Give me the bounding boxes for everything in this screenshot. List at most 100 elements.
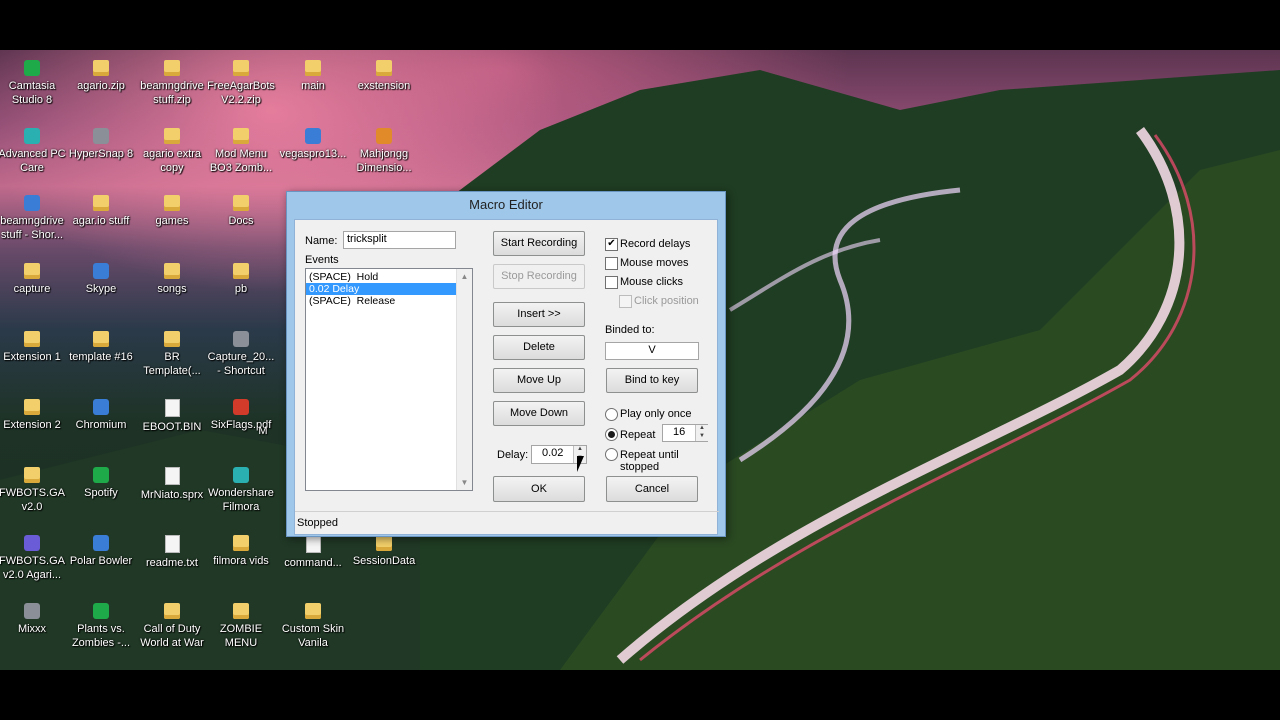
desktop-icon[interactable]: agar.io stuff [65, 195, 137, 228]
delay-label: Delay: [497, 449, 529, 461]
desktop-icon[interactable]: Spotify [65, 467, 137, 500]
desktop-icon-label: readme.txt [146, 557, 198, 569]
desktop-icon-label: Docs [228, 215, 254, 227]
insert-button[interactable]: Insert >> [493, 302, 585, 327]
desktop-icon[interactable]: Custom Skin Vanila [277, 603, 349, 650]
folder-icon [164, 603, 180, 619]
events-list[interactable]: (SPACE) Hold 0.02 Delay (SPACE) Release … [305, 268, 473, 491]
list-item[interactable]: 0.02 Delay [306, 283, 472, 295]
desktop-icon[interactable]: Capture_20... - Shortcut [205, 331, 277, 378]
desktop-icon[interactable]: command... [277, 535, 349, 570]
desktop-icon-label: main [301, 80, 325, 92]
desktop-icon[interactable]: beamngdrive stuff - Shor... [0, 195, 68, 242]
start-recording-button[interactable]: Start Recording [493, 231, 585, 256]
events-scrollbar[interactable]: ▲ ▼ [456, 269, 472, 490]
mouse-clicks-checkbox[interactable] [605, 276, 618, 289]
record-delays-checkbox[interactable]: ✔ [605, 238, 618, 251]
desktop-icon-label: Custom Skin Vanila [281, 623, 345, 649]
text-file-icon [164, 535, 180, 553]
desktop-icon[interactable]: Mixxx [0, 603, 68, 636]
desktop-icon[interactable]: Wondershare Filmora [205, 467, 277, 514]
desktop-icon[interactable]: HyperSnap 8 [65, 128, 137, 161]
spin-up-icon[interactable]: ▲ [696, 425, 708, 433]
desktop-icon[interactable]: Mod Menu BO3 Zomb... [205, 128, 277, 175]
desktop-icon-label: Plants vs. Zombies -... [71, 623, 131, 649]
desktop-icon[interactable]: Plants vs. Zombies -... [65, 603, 137, 650]
desktop-icon[interactable]: Mahjongg Dimensio... [348, 128, 420, 175]
desktop-icon-label: Camtasia Studio 8 [8, 80, 56, 106]
desktop-icon[interactable]: exstension [348, 60, 420, 93]
desktop-icon[interactable]: readme.txt [136, 535, 208, 570]
desktop-icon[interactable]: Chromium [65, 399, 137, 432]
desktop-icon[interactable]: Camtasia Studio 8 [0, 60, 68, 107]
click-position-checkbox[interactable] [619, 295, 632, 308]
filmora-icon [233, 467, 249, 483]
partial-desktop-icon-label: M [258, 425, 268, 437]
scroll-down-icon[interactable]: ▼ [457, 475, 472, 490]
bottom-letterbox [0, 670, 1280, 720]
skype-icon [93, 263, 109, 279]
desktop-icon[interactable]: Skype [65, 263, 137, 296]
move-down-button[interactable]: Move Down [493, 401, 585, 426]
desktop-icon[interactable]: vegaspro13... [277, 128, 349, 161]
ok-button[interactable]: OK [493, 476, 585, 502]
desktop-icon[interactable]: Polar Bowler [65, 535, 137, 568]
desktop-icon[interactable]: FreeAgarBots V2.2.zip [205, 60, 277, 107]
desktop-icon[interactable]: Advanced PC Care [0, 128, 68, 175]
desktop-icon-label: BR Template(... [143, 351, 201, 377]
desktop-icon[interactable]: SessionData [348, 535, 420, 568]
mouse-moves-label: Mouse moves [620, 257, 689, 269]
desktop-icon-label: exstension [357, 80, 411, 92]
desktop-icon[interactable]: FWBOTS.GA v2.0 [0, 467, 68, 514]
repeat-until-stopped-radio[interactable] [605, 448, 618, 461]
desktop-icon[interactable]: main [277, 60, 349, 93]
play-once-radio[interactable] [605, 408, 618, 421]
folder-icon [305, 60, 321, 76]
file-icon [305, 535, 321, 553]
bind-to-key-button[interactable]: Bind to key [606, 368, 698, 393]
desktop-icon[interactable]: Call of Duty World at War [136, 603, 208, 650]
folder-icon [376, 60, 392, 76]
desktop-icon[interactable]: Extension 2 [0, 399, 68, 432]
desktop-icon-label: template #16 [69, 351, 133, 363]
desktop-icon[interactable]: EBOOT.BIN [136, 399, 208, 434]
desktop-icon-label: songs [157, 283, 187, 295]
list-item[interactable]: (SPACE) Hold [306, 271, 472, 283]
name-label: Name: [305, 235, 338, 247]
desktop-icon[interactable]: capture [0, 263, 68, 296]
spin-up-icon[interactable]: ▲ [574, 446, 586, 455]
name-input[interactable]: tricksplit [343, 231, 456, 249]
desktop-icon[interactable]: ZOMBIE MENU [205, 603, 277, 650]
stop-recording-button[interactable]: Stop Recording [493, 264, 585, 289]
mouse-moves-checkbox[interactable] [605, 257, 618, 270]
desktop-icon[interactable]: filmora vids [205, 535, 277, 568]
desktop-icon[interactable]: BR Template(... [136, 331, 208, 378]
desktop-icon[interactable]: games [136, 195, 208, 228]
window-title[interactable]: Macro Editor [287, 192, 725, 218]
delete-button[interactable]: Delete [493, 335, 585, 360]
desktop-icon[interactable]: template #16 [65, 331, 137, 364]
folder-icon [24, 263, 40, 279]
cancel-button[interactable]: Cancel [606, 476, 698, 502]
desktop-icon[interactable]: agario extra copy [136, 128, 208, 175]
desktop-icon-label: Skype [85, 283, 117, 295]
status-bar: Stopped [295, 511, 719, 534]
desktop-icon[interactable]: songs [136, 263, 208, 296]
spin-down-icon[interactable]: ▼ [696, 433, 708, 441]
repeat-count-spinner[interactable]: ▲ ▼ [695, 425, 708, 441]
desktop-icon[interactable]: MrNiato.sprx [136, 467, 208, 502]
repeat-radio[interactable] [605, 428, 618, 441]
list-item[interactable]: (SPACE) Release [306, 295, 472, 307]
desktop-icon[interactable]: Extension 1 [0, 331, 68, 364]
folder-icon [233, 195, 249, 211]
desktop-icon[interactable]: Docs [205, 195, 277, 228]
scroll-up-icon[interactable]: ▲ [457, 269, 472, 284]
desktop-icon[interactable]: beamngdrive stuff.zip [136, 60, 208, 107]
desktop-icon[interactable]: agario.zip [65, 60, 137, 93]
desktop-icon-label: FWBOTS.GA v2.0 Agari... [0, 555, 65, 581]
binded-key-field: V [605, 342, 699, 360]
dialog-client-area: Name: tricksplit Events (SPACE) Hold 0.0… [294, 219, 719, 535]
move-up-button[interactable]: Move Up [493, 368, 585, 393]
desktop-icon[interactable]: FWBOTS.GA v2.0 Agari... [0, 535, 68, 582]
desktop-icon[interactable]: pb [205, 263, 277, 296]
